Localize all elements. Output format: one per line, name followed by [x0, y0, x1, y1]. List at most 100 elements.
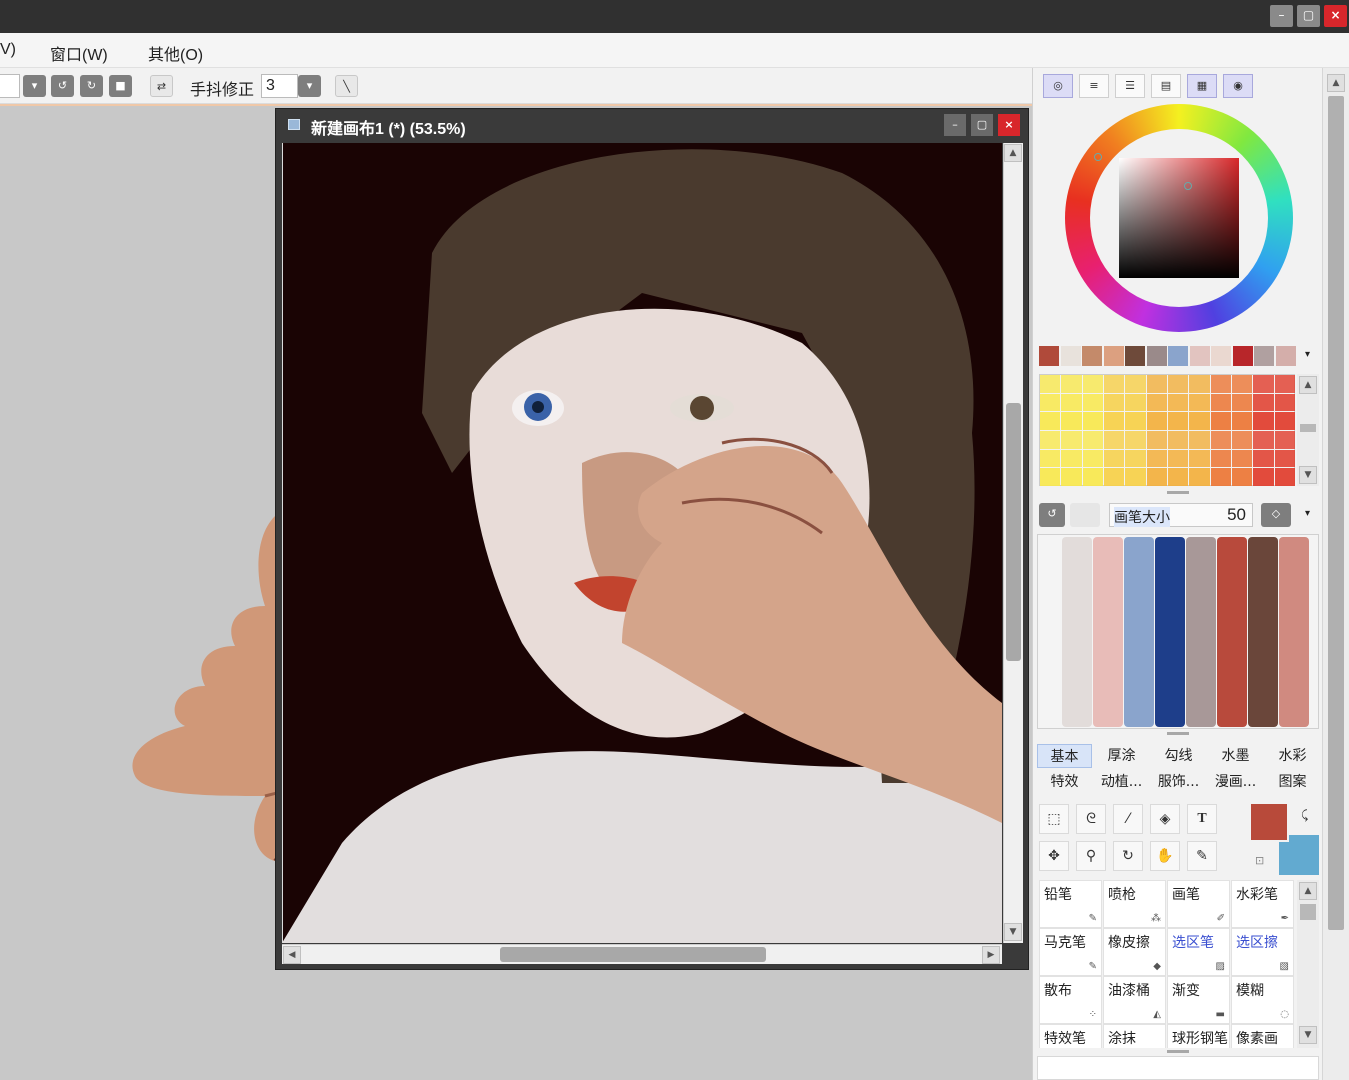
brush-category-tab[interactable]: 特效 [1037, 770, 1092, 794]
palette-grid-tab[interactable]: ▦ [1187, 74, 1217, 98]
panel-scroll-thumb[interactable] [1328, 96, 1344, 930]
palette-cell[interactable] [1274, 449, 1295, 468]
magic-wand-icon[interactable]: ⁄ [1113, 804, 1143, 834]
palette-cell[interactable] [1146, 468, 1167, 486]
palette-cell[interactable] [1125, 412, 1146, 430]
palette-cell[interactable] [1146, 393, 1167, 412]
palette-cell[interactable] [1040, 468, 1061, 486]
canvas-horizontal-scrollbar[interactable]: ◀ ▶ [282, 944, 1002, 964]
chevron-down-icon[interactable]: ▾ [1305, 349, 1310, 360]
brush-category-tab[interactable]: 勾线 [1151, 744, 1206, 768]
palette-cell[interactable] [1210, 412, 1231, 430]
tool-cell[interactable]: 散布 ⁘ [1039, 976, 1102, 1024]
panel-resize-handle[interactable] [1167, 491, 1189, 494]
palette-cell[interactable] [1168, 468, 1189, 486]
palette-cell[interactable] [1189, 375, 1210, 393]
canvas-title-bar[interactable]: 新建画布1 (*) (53.5%) – ▢ × [276, 109, 1028, 141]
brush-category-tab[interactable]: 基本 [1037, 744, 1092, 768]
menu-window[interactable]: 窗口(W) [50, 41, 108, 65]
palette-cell[interactable] [1125, 393, 1146, 412]
chevron-down-icon[interactable]: ▾ [298, 75, 321, 97]
scroll-up-icon[interactable]: ▲ [1299, 376, 1317, 394]
color-swatch[interactable] [1103, 346, 1124, 366]
saturation-value-square[interactable] [1119, 158, 1239, 278]
brush-size-field[interactable]: 画笔大小 50 [1109, 503, 1253, 527]
eyedropper-icon[interactable]: ✎ [1187, 841, 1217, 871]
palette-cell[interactable] [1146, 449, 1167, 468]
color-swatch[interactable] [1125, 346, 1145, 366]
drawing-canvas[interactable] [282, 143, 1002, 943]
palette-cell[interactable] [1168, 393, 1189, 412]
palette-cell[interactable] [1189, 412, 1210, 430]
color-swatch[interactable] [1211, 346, 1231, 366]
panel-scrollbar[interactable]: ▲ [1322, 68, 1349, 1080]
brush-category-tab[interactable]: 漫画... [1208, 770, 1263, 794]
color-swatch[interactable] [1168, 346, 1188, 366]
palette-cell[interactable] [1040, 375, 1061, 393]
tool-cell[interactable]: 渐变 ▬ [1167, 976, 1230, 1024]
palette-cell[interactable] [1232, 449, 1253, 468]
horizontal-scroll-thumb[interactable] [500, 947, 766, 962]
canvas-close-button[interactable]: × [998, 114, 1020, 136]
color-mixing-area[interactable] [1037, 534, 1319, 729]
foreground-color-swatch[interactable] [1249, 802, 1289, 842]
color-swatch[interactable] [1039, 346, 1059, 366]
palette-cell[interactable] [1253, 375, 1274, 393]
canvas-minimize-button[interactable]: – [944, 114, 966, 136]
layer-icon[interactable]: ◈ [1150, 804, 1180, 834]
palette-grid[interactable] [1039, 374, 1295, 486]
rotate-left-icon[interactable]: ↺ [51, 75, 74, 97]
scroll-right-icon[interactable]: ▶ [982, 946, 1000, 964]
palette-cell[interactable] [1253, 412, 1274, 430]
palette-cell[interactable] [1040, 449, 1061, 468]
rotate-right-icon[interactable]: ↻ [80, 75, 103, 97]
reset-colors-icon[interactable]: ⊡ [1255, 854, 1264, 867]
palette-cell[interactable] [1232, 375, 1253, 393]
text-tool-icon[interactable]: T [1187, 804, 1217, 834]
canvas-window[interactable]: 新建画布1 (*) (53.5%) – ▢ × ▲ ▼ ◀ ▶ [275, 108, 1029, 970]
hue-marker[interactable] [1094, 153, 1102, 161]
tool-cell[interactable]: 画笔 ✐ [1167, 880, 1230, 928]
chevron-down-icon[interactable]: ▾ [1305, 508, 1310, 519]
palette-cell[interactable] [1253, 431, 1274, 449]
swap-icon[interactable]: ⇄ [150, 75, 173, 97]
swap-colors-icon[interactable]: ⤹ [1301, 808, 1308, 823]
palette-cell[interactable] [1232, 412, 1253, 430]
swatch-list-tab[interactable]: ▤ [1151, 74, 1181, 98]
tool-cell[interactable]: 水彩笔 ✒ [1231, 880, 1294, 928]
palette-cell[interactable] [1168, 375, 1189, 393]
blank-button[interactable] [1070, 503, 1100, 527]
palette-cell[interactable] [1253, 468, 1274, 486]
brush-category-tab[interactable]: 图案 [1265, 770, 1320, 794]
color-swatch[interactable] [1082, 346, 1102, 366]
brush-category-tab[interactable]: 动植... [1094, 770, 1149, 794]
palette-cell[interactable] [1040, 412, 1061, 430]
palette-cell[interactable] [1061, 375, 1082, 393]
tool-cell[interactable]: 油漆桶 ◭ [1103, 976, 1166, 1024]
hsv-slider-tab[interactable]: ☰ [1115, 74, 1145, 98]
palette-cell[interactable] [1082, 449, 1103, 468]
scroll-down-icon[interactable]: ▼ [1299, 466, 1317, 484]
eraser-toggle-icon[interactable]: ◇ [1261, 503, 1291, 527]
chevron-down-icon[interactable]: ▾ [23, 75, 46, 97]
palette-cell[interactable] [1125, 375, 1146, 393]
tool-cell[interactable]: 模糊 ◌ [1231, 976, 1294, 1024]
palette-cell[interactable] [1104, 412, 1125, 430]
canvas-restore-button[interactable]: ▢ [971, 114, 993, 136]
color-wheel-tab[interactable]: ◎ [1043, 74, 1073, 98]
mixer-tab[interactable]: ◉ [1223, 74, 1253, 98]
palette-cell[interactable] [1210, 468, 1231, 486]
lasso-icon[interactable]: ᘓ [1076, 804, 1106, 834]
palette-cell[interactable] [1082, 375, 1103, 393]
canvas-vertical-scrollbar[interactable]: ▲ ▼ [1003, 143, 1023, 943]
tool-cell[interactable]: 马克笔 ✎ [1039, 928, 1102, 976]
minimize-button[interactable]: – [1270, 5, 1293, 27]
palette-cell[interactable] [1253, 393, 1274, 412]
palette-cell[interactable] [1082, 393, 1103, 412]
palette-cell[interactable] [1168, 449, 1189, 468]
palette-cell[interactable] [1125, 431, 1146, 449]
rgb-slider-tab[interactable]: ≡ [1079, 74, 1109, 98]
scroll-left-icon[interactable]: ◀ [283, 946, 301, 964]
tool-cell[interactable]: 特效笔✦ [1039, 1024, 1102, 1048]
tool-cell[interactable]: 选区笔 ▨ [1167, 928, 1230, 976]
